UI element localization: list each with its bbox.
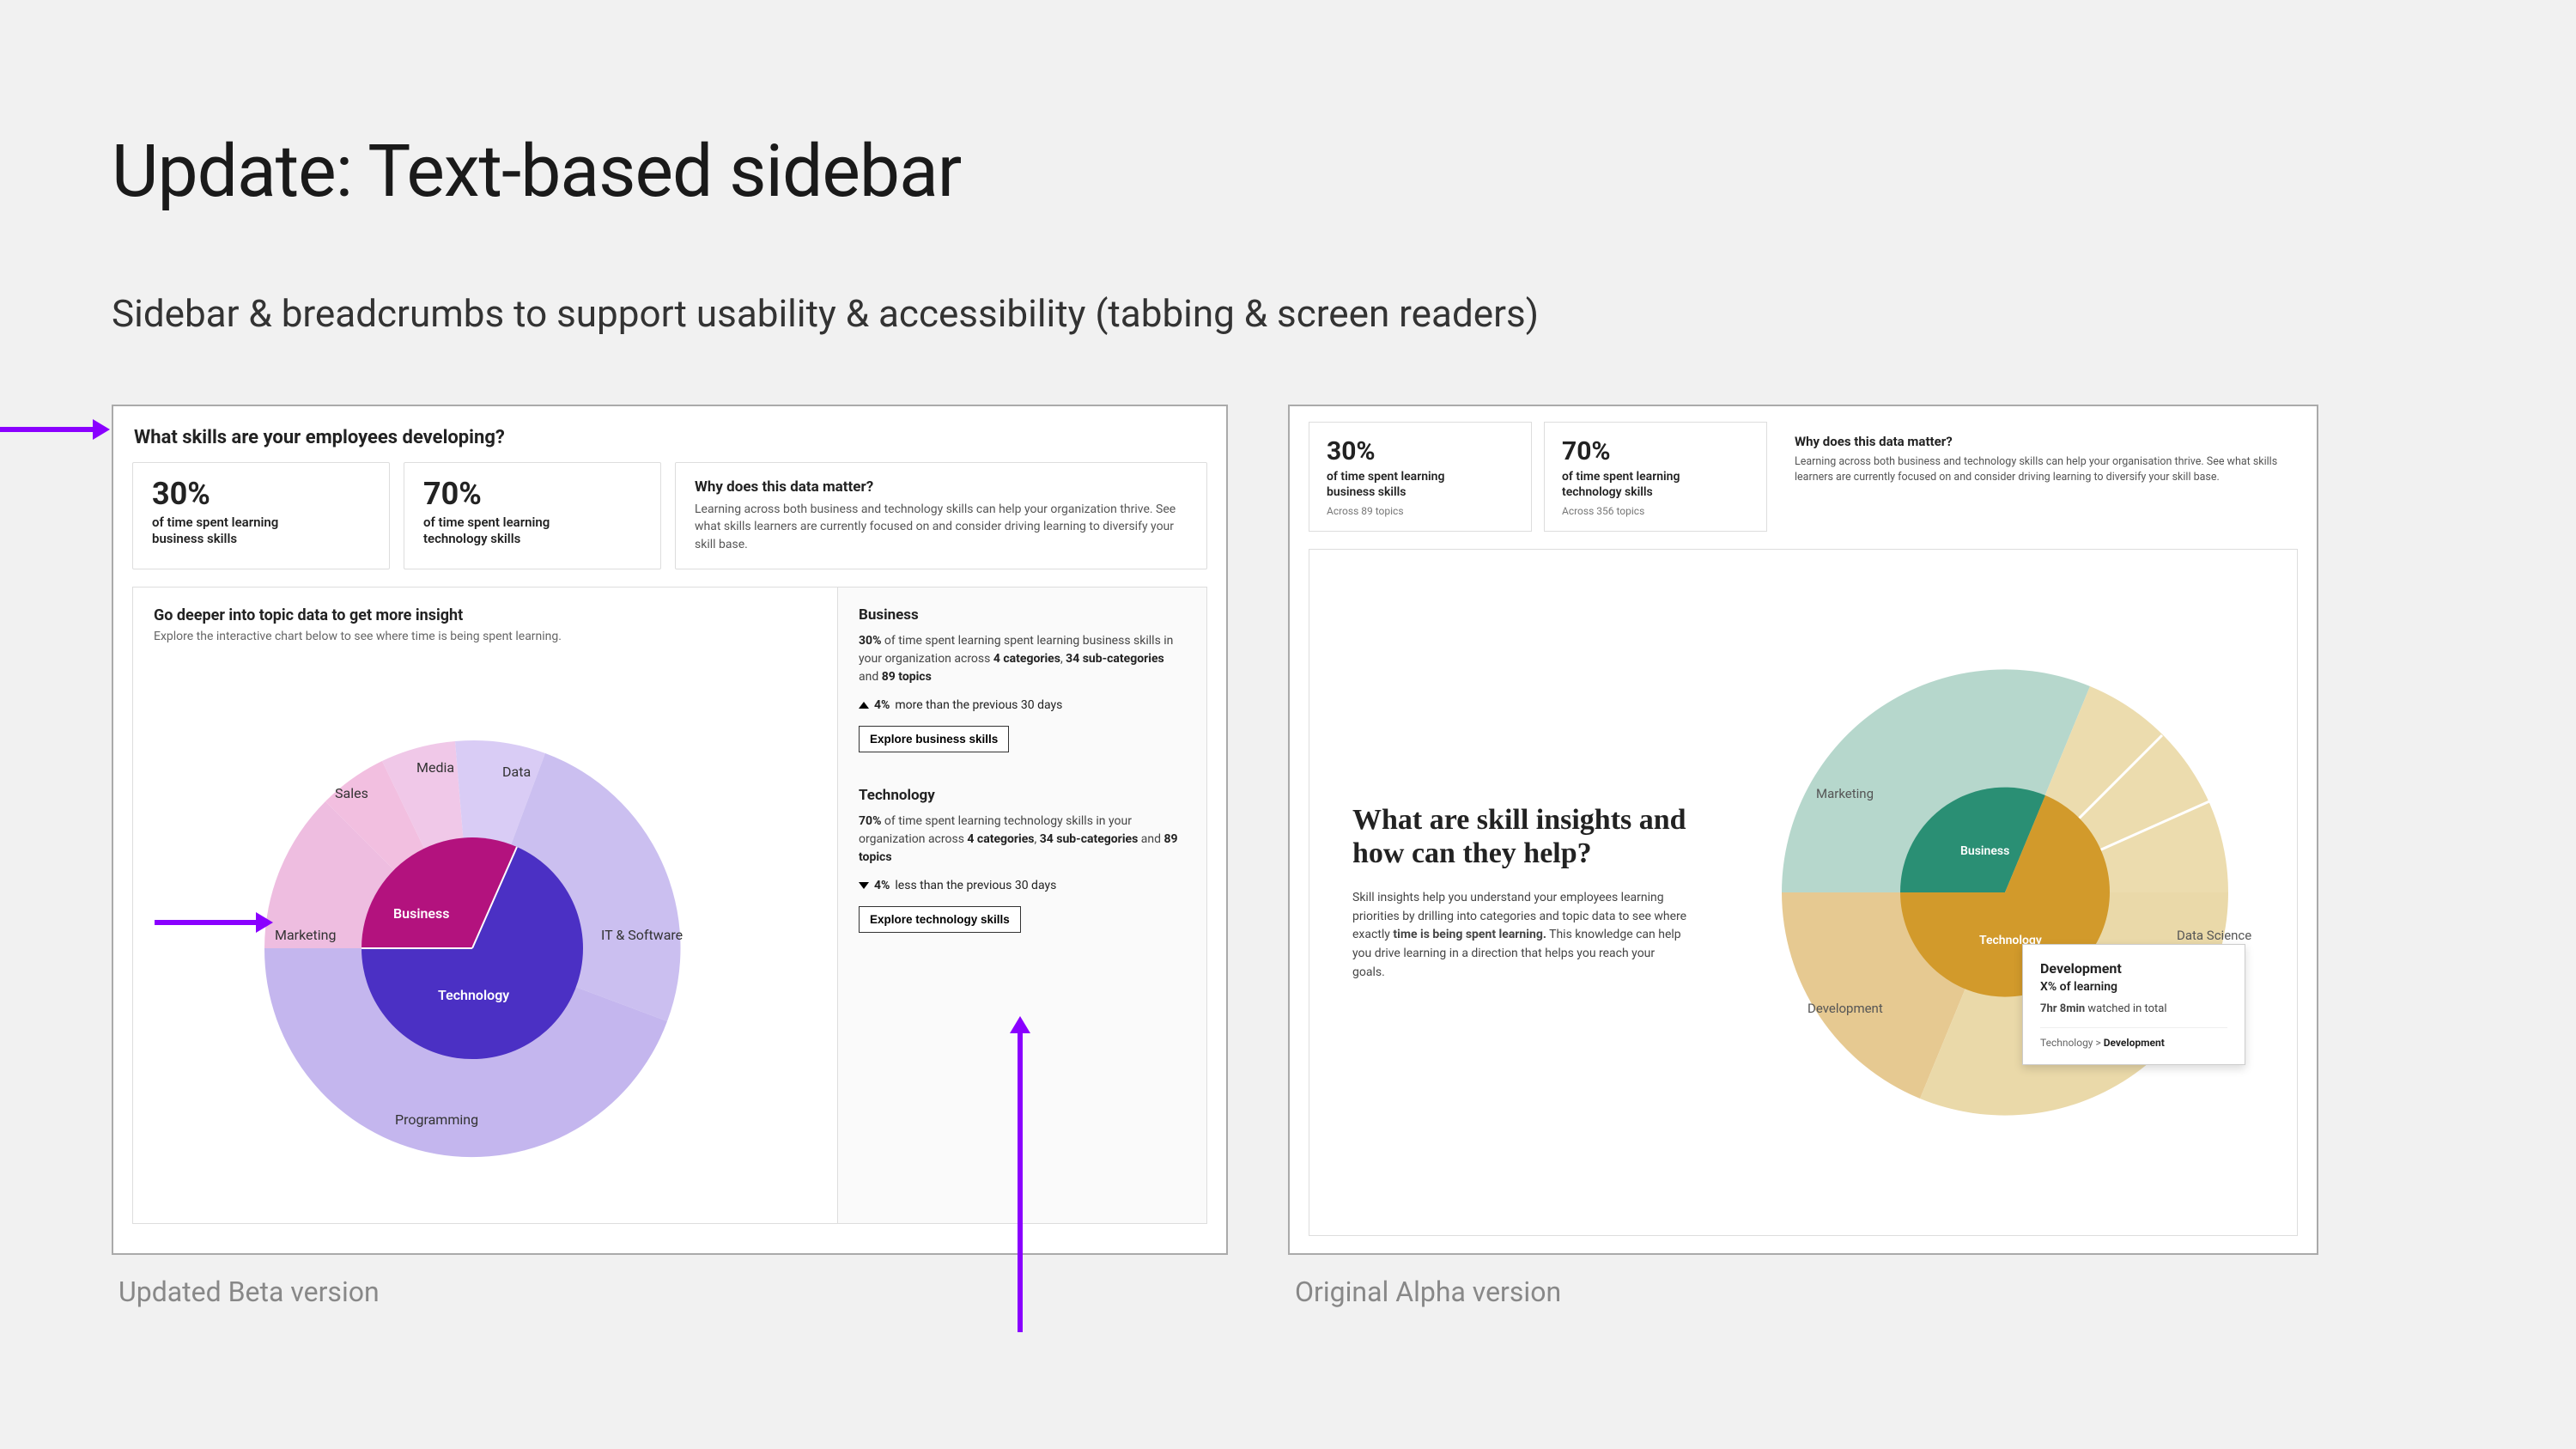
- trend-down-icon: [859, 882, 869, 889]
- deeper-subtitle: Explore the interactive chart below to s…: [154, 630, 817, 643]
- stat-label: of time spent learning technology skills: [1562, 470, 1716, 500]
- t: and: [1138, 832, 1163, 846]
- tooltip-watched: 7hr 8min watched in total: [2040, 1002, 2227, 1015]
- tooltip-title: Development: [2040, 960, 2227, 977]
- pct: 30%: [859, 634, 881, 648]
- stat-value: 70%: [423, 478, 641, 509]
- label-media: Media: [416, 759, 454, 776]
- beta-stat-technology: 70% of time spent learning technology sk…: [404, 462, 661, 569]
- sidebar-body-business: 30% of time spent learning spent learnin…: [859, 632, 1186, 686]
- beta-panel: What skills are your employees developin…: [112, 405, 1228, 1255]
- alpha-sunburst-chart[interactable]: Marketing Development Data Science Busin…: [1713, 600, 2297, 1184]
- alpha-main-card: What are skill insights and how can they…: [1309, 549, 2298, 1236]
- label-development: Development: [1807, 1001, 1883, 1016]
- b2: 4 categories: [967, 832, 1034, 846]
- trend-up-icon: [859, 702, 869, 709]
- b2: 4 categories: [993, 652, 1060, 666]
- label-marketing: Marketing: [1816, 786, 1874, 801]
- trend-pct: 4%: [874, 698, 890, 712]
- stat-label: of time spent learning business skills: [152, 514, 324, 547]
- pct: 70%: [859, 814, 881, 828]
- annotation-arrow-chart: [155, 920, 258, 925]
- beta-panel-wrap: What skills are your employees developin…: [112, 405, 1228, 1308]
- comparison-panels: What skills are your employees developin…: [112, 405, 2464, 1308]
- beta-chart-area: Go deeper into topic data to get more in…: [133, 588, 837, 1223]
- b3: 34 sub-categories: [1040, 832, 1139, 846]
- label-data: Data: [502, 764, 531, 780]
- annotation-arrow-heading: [0, 427, 94, 432]
- trend-rest: less than the previous 30 days: [895, 879, 1056, 892]
- label-it: IT & Software: [601, 927, 683, 943]
- explore-business-button[interactable]: Explore business skills: [859, 726, 1009, 752]
- sidebar-body-technology: 70% of time spent learning technology sk…: [859, 813, 1186, 867]
- label-sales: Sales: [335, 785, 368, 801]
- beta-stat-business: 30% of time spent learning business skil…: [132, 462, 390, 569]
- alpha-stat-row: 30% of time spent learning business skil…: [1309, 422, 2298, 532]
- why-text: Learning across both business and techno…: [695, 501, 1188, 553]
- sidebar-trend-business: 4% more than the previous 30 days: [859, 698, 1186, 712]
- sidebar-heading-business: Business: [859, 606, 1186, 624]
- trend-rest: more than the previous 30 days: [895, 698, 1062, 712]
- label-programming: Programming: [395, 1111, 478, 1128]
- tooltip-breadcrumb: Technology > Development: [2040, 1027, 2227, 1049]
- alpha-caption: Original Alpha version: [1295, 1275, 2318, 1308]
- why-text: Learning across both business and techno…: [1795, 454, 2282, 485]
- stat-value: 70%: [1562, 436, 1749, 466]
- alpha-stat-technology: 70% of time spent learning technology sk…: [1544, 422, 1767, 532]
- label-inner-technology: Technology: [438, 987, 509, 1003]
- sidebar-trend-technology: 4% less than the previous 30 days: [859, 879, 1186, 892]
- beta-sunburst-chart[interactable]: Sales Media Data Marketing IT & Software…: [180, 682, 799, 1215]
- slide-subtitle: Sidebar & breadcrumbs to support usabili…: [112, 291, 2464, 336]
- t: and: [859, 670, 882, 684]
- stat-label: of time spent learning technology skills: [423, 514, 595, 547]
- label-inner-business: Business: [393, 905, 449, 922]
- why-title: Why does this data matter?: [695, 478, 1188, 496]
- b4: 89 topics: [882, 670, 932, 684]
- alpha-panel: 30% of time spent learning business skil…: [1288, 405, 2318, 1255]
- sidebar-heading-technology: Technology: [859, 787, 1186, 804]
- alpha-panel-wrap: 30% of time spent learning business skil…: [1288, 405, 2318, 1308]
- wb: 7hr 8min: [2040, 1002, 2085, 1015]
- alpha-stat-business: 30% of time spent learning business skil…: [1309, 422, 1532, 532]
- label-inner-business: Business: [1960, 844, 2009, 858]
- alpha-why-card: Why does this data matter? Learning acro…: [1779, 422, 2298, 532]
- wr: watched in total: [2085, 1002, 2166, 1015]
- annotation-arrowhead-sidebar: [1010, 1016, 1030, 1033]
- b: time is being spent learning.: [1393, 928, 1546, 941]
- stat-label: of time spent learning business skills: [1327, 470, 1481, 500]
- trend-pct: 4%: [874, 879, 890, 892]
- stat-sub: Across 356 topics: [1562, 505, 1749, 517]
- stat-value: 30%: [1327, 436, 1514, 466]
- alpha-chart-area: Marketing Development Data Science Busin…: [1713, 600, 2297, 1184]
- beta-caption: Updated Beta version: [118, 1275, 1228, 1308]
- alpha-text-column: What are skill insights and how can they…: [1309, 803, 1713, 983]
- annotation-arrowhead-chart: [256, 912, 273, 933]
- beta-stat-row: 30% of time spent learning business skil…: [132, 462, 1207, 569]
- slide-title: Update: Text-based sidebar: [112, 129, 2464, 214]
- explore-technology-button[interactable]: Explore technology skills: [859, 906, 1021, 933]
- beta-why-card: Why does this data matter? Learning acro…: [675, 462, 1207, 569]
- annotation-arrow-sidebar: [1018, 1032, 1023, 1332]
- b3: 34 sub-categories: [1066, 652, 1164, 666]
- deeper-title: Go deeper into topic data to get more in…: [154, 606, 817, 624]
- alpha-hover-tooltip: Development X% of learning 7hr 8min watc…: [2022, 944, 2245, 1065]
- cb: Development: [2104, 1037, 2165, 1049]
- stat-value: 30%: [152, 478, 370, 509]
- stat-sub: Across 89 topics: [1327, 505, 1514, 517]
- why-title: Why does this data matter?: [1795, 434, 2282, 449]
- beta-lower-card: Go deeper into topic data to get more in…: [132, 587, 1207, 1224]
- beta-heading: What skills are your employees developin…: [134, 427, 1207, 448]
- alpha-description: Skill insights help you understand your …: [1352, 889, 1687, 982]
- tooltip-percent: X% of learning: [2040, 980, 2227, 994]
- label-datascience: Data Science: [2177, 928, 2251, 943]
- label-marketing: Marketing: [275, 927, 336, 943]
- alpha-heading: What are skill insights and how can they…: [1352, 803, 1687, 870]
- annotation-arrowhead-heading: [93, 419, 110, 440]
- ca: Technology >: [2040, 1037, 2104, 1049]
